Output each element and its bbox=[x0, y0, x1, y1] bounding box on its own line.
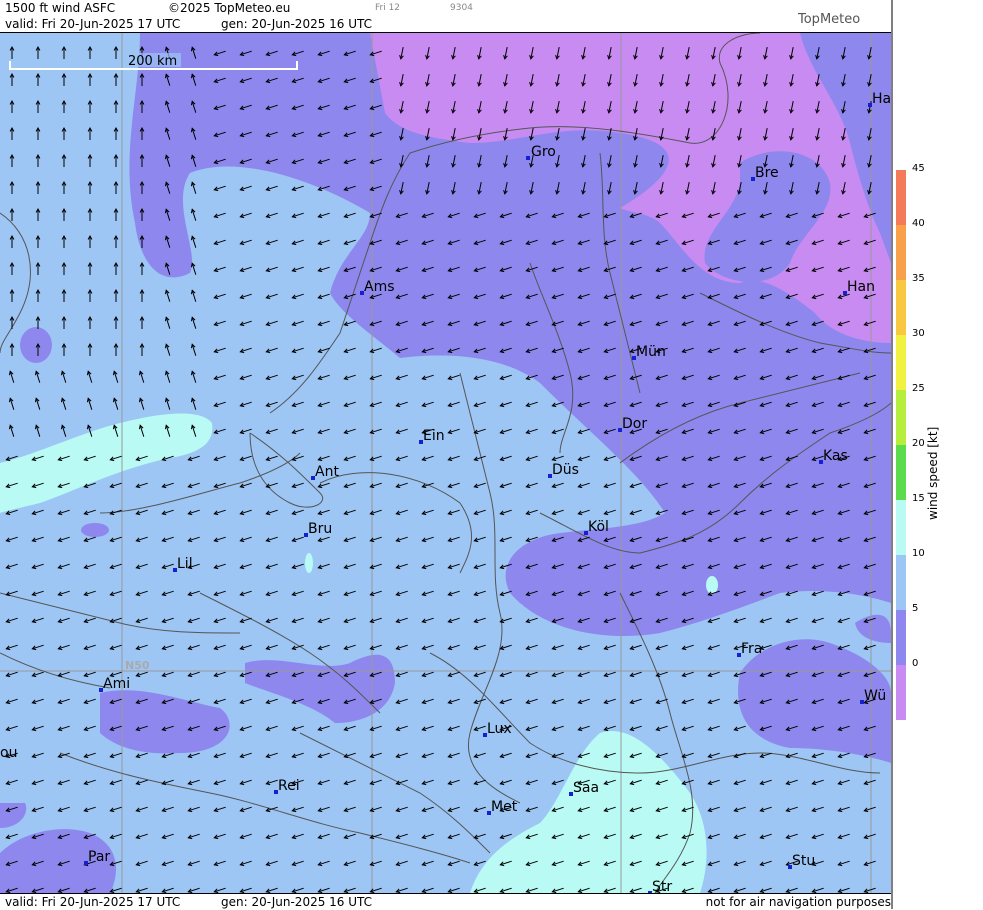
legend-panel: TopMeteo 45 40 35 30 25 20 15 10 5 0 wind speed [… bbox=[798, 0, 983, 909]
svg-text:Saa: Saa bbox=[573, 780, 599, 796]
city-fra: Fra bbox=[737, 641, 762, 657]
product-title: 1500 ft wind ASFC bbox=[5, 1, 116, 15]
colorbar-tick-label: 20 bbox=[912, 438, 925, 449]
colorbar-segment bbox=[896, 280, 906, 335]
city-ant: Ant bbox=[311, 464, 339, 480]
colorbar-tick-label: 5 bbox=[912, 603, 919, 614]
svg-text:Han: Han bbox=[847, 279, 875, 295]
colorbar-segment bbox=[896, 610, 906, 665]
svg-text:ou: ou bbox=[0, 745, 17, 761]
city-gro: Gro bbox=[526, 144, 556, 160]
city-kas: Kas bbox=[819, 448, 848, 464]
city-met: Met bbox=[487, 799, 518, 815]
colorbar-segment bbox=[896, 390, 906, 445]
svg-text:Wü: Wü bbox=[864, 688, 886, 704]
city-bre: Bre bbox=[751, 165, 779, 181]
city-ein: Ein bbox=[419, 428, 445, 444]
city-str: Str bbox=[648, 879, 672, 893]
colorbar-segment bbox=[896, 555, 906, 610]
city-ou: ou bbox=[0, 745, 17, 761]
footer-valid-time: valid: Fri 20-Jun-2025 17 UTC bbox=[5, 895, 181, 909]
city-mun: Mün bbox=[632, 344, 666, 360]
svg-text:Str: Str bbox=[652, 879, 672, 893]
svg-text:Ams: Ams bbox=[364, 279, 395, 295]
city-dus: Düs bbox=[548, 462, 579, 478]
valid-time: valid: Fri 20-Jun-2025 17 UTC bbox=[5, 17, 181, 31]
city-bru: Bru bbox=[304, 521, 332, 537]
svg-text:Ein: Ein bbox=[423, 428, 445, 444]
colorbar-segment bbox=[896, 665, 906, 720]
scale-label: 200 km bbox=[128, 54, 177, 69]
city-ha: Ha bbox=[868, 91, 891, 107]
copyright: ©2025 TopMeteo.eu bbox=[168, 1, 291, 15]
colorbar-tick-label: 35 bbox=[912, 273, 925, 284]
city-dor: Dor bbox=[618, 416, 647, 432]
latitude-label: N50 bbox=[125, 659, 150, 672]
colorbar-tick-label: 45 bbox=[912, 163, 925, 174]
city-kol: Köl bbox=[584, 519, 609, 535]
day-label: Fri 12 bbox=[375, 3, 401, 13]
svg-text:Rei: Rei bbox=[278, 778, 300, 794]
city-han: Han bbox=[843, 279, 875, 295]
city-ami: Ami bbox=[99, 676, 130, 692]
colorbar-tick-label: 40 bbox=[912, 218, 925, 229]
svg-text:Fra: Fra bbox=[741, 641, 762, 657]
svg-text:Bru: Bru bbox=[308, 521, 332, 537]
header-row-valid: valid: Fri 20-Jun-2025 17 UTC gen: 20-Ju… bbox=[0, 16, 891, 33]
colorbar-segment bbox=[896, 445, 906, 500]
svg-text:Met: Met bbox=[491, 799, 518, 815]
gen-time: gen: 20-Jun-2025 16 UTC bbox=[221, 17, 373, 31]
colorbar-tick-label: 15 bbox=[912, 493, 925, 504]
wind-map[interactable]: 200 km N50 Ha Gro Bre Ams Han Mün Ein Do… bbox=[0, 33, 891, 893]
svg-text:Gro: Gro bbox=[531, 144, 556, 160]
colorbar-segment bbox=[896, 500, 906, 555]
svg-text:Lux: Lux bbox=[487, 721, 512, 737]
disclaimer: not for air navigation purposes bbox=[705, 895, 891, 909]
colorbar-tick-label: 25 bbox=[912, 383, 925, 394]
colorbar-segment bbox=[896, 225, 906, 280]
svg-text:Stu: Stu bbox=[792, 853, 815, 869]
legend-title: wind speed [kt] bbox=[926, 426, 940, 520]
svg-text:Ant: Ant bbox=[315, 464, 339, 480]
svg-text:Mün: Mün bbox=[636, 344, 666, 360]
colorbar-segment bbox=[896, 335, 906, 390]
brand-name: TopMeteo bbox=[798, 12, 861, 27]
colorbar-tick-label: 30 bbox=[912, 328, 925, 339]
svg-text:Bre: Bre bbox=[755, 165, 779, 181]
city-ams: Ams bbox=[360, 279, 395, 295]
code-label: 9304 bbox=[450, 3, 473, 13]
colorbar-tick-label: 0 bbox=[912, 658, 919, 669]
footer-gen-time: gen: 20-Jun-2025 16 UTC bbox=[221, 895, 373, 909]
footer-row: valid: Fri 20-Jun-2025 17 UTC gen: 20-Ju… bbox=[0, 893, 891, 910]
svg-text:Köl: Köl bbox=[588, 519, 609, 535]
svg-text:Par: Par bbox=[88, 849, 110, 865]
svg-text:Kas: Kas bbox=[823, 448, 848, 464]
svg-text:Düs: Düs bbox=[552, 462, 579, 478]
header-row-top: 1500 ft wind ASFC ©2025 TopMeteo.eu Fri … bbox=[0, 0, 891, 16]
city-par: Par bbox=[84, 849, 110, 865]
brand-logo: TopMeteo bbox=[798, 12, 860, 27]
city-wu: Wü bbox=[860, 688, 886, 704]
svg-text:Lil: Lil bbox=[177, 556, 193, 572]
city-saa: Saa bbox=[569, 780, 599, 796]
city-stu: Stu bbox=[788, 853, 815, 869]
colorbar-tick-label: 10 bbox=[912, 548, 925, 559]
colorbar-segment bbox=[896, 170, 906, 225]
svg-text:Dor: Dor bbox=[622, 416, 647, 432]
svg-text:Ha: Ha bbox=[872, 91, 891, 107]
city-lux: Lux bbox=[483, 721, 512, 737]
svg-text:Ami: Ami bbox=[103, 676, 130, 692]
city-rei: Rei bbox=[274, 778, 300, 794]
